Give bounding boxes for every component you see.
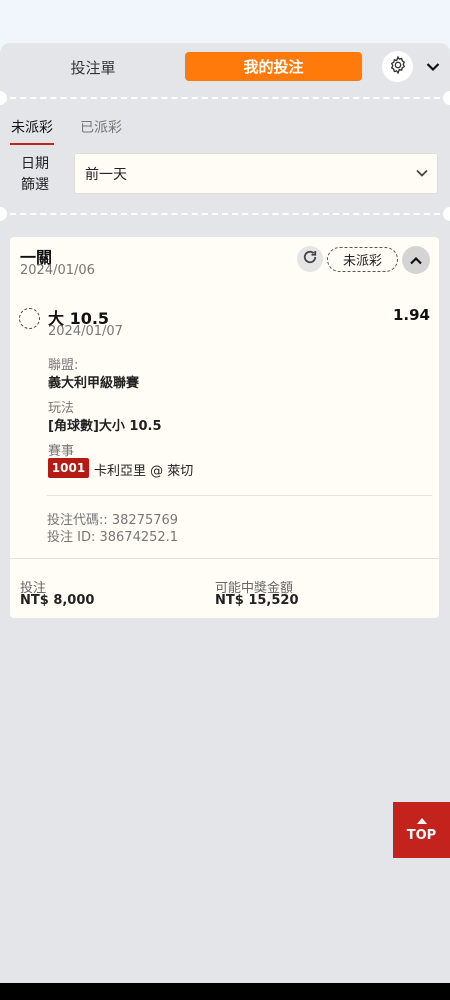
- divider: [10, 558, 439, 559]
- tab-settled[interactable]: 已派彩: [80, 117, 122, 137]
- chevron-down-icon[interactable]: [424, 58, 442, 76]
- event-label: 賽事: [48, 444, 75, 459]
- tab-betslip[interactable]: 投注單: [40, 52, 146, 82]
- system-nav-bar: [0, 983, 450, 1000]
- market-value: [角球數]大小 10.5: [48, 419, 162, 434]
- bet-card: 一關 2024/01/06 未派彩 大 10.5 2024/01/07 1.94…: [10, 237, 439, 618]
- chevron-down-icon: [415, 166, 429, 184]
- date-filter-select[interactable]: 前一天: [74, 153, 438, 194]
- stake-value: NT$ 8,000: [20, 593, 95, 608]
- bet-date: 2024/01/06: [20, 263, 95, 278]
- gear-icon: [388, 55, 408, 79]
- collapse-button[interactable]: [402, 246, 430, 274]
- refresh-icon: [301, 248, 319, 270]
- refresh-button[interactable]: [297, 246, 323, 272]
- status-badge: 未派彩: [327, 247, 398, 272]
- settings-button[interactable]: [382, 51, 413, 82]
- event-id-badge: 1001: [48, 458, 89, 478]
- arrow-up-icon: [416, 817, 427, 824]
- league-value: 義大利甲級聯賽: [48, 376, 140, 391]
- tab-my-bets[interactable]: 我的投注: [185, 52, 362, 81]
- date-filter-label-line1: 日期: [21, 156, 49, 172]
- scroll-top-label: TOP: [406, 827, 437, 843]
- scroll-top-button[interactable]: TOP: [393, 802, 450, 858]
- date-filter-label: 日期 篩選: [14, 154, 56, 196]
- bet-id: 投注 ID: 38674252.1: [47, 530, 179, 545]
- dashed-divider: [0, 91, 450, 105]
- tab-unsettled[interactable]: 未派彩: [10, 117, 54, 145]
- market-label: 玩法: [48, 401, 75, 416]
- dashed-divider: [0, 207, 450, 221]
- date-filter-label-line2: 篩選: [21, 177, 49, 193]
- divider: [47, 495, 432, 496]
- potential-return-value: NT$ 15,520: [215, 593, 299, 608]
- selection-radio[interactable]: [19, 308, 40, 329]
- selection-date: 2024/01/07: [48, 324, 123, 339]
- chevron-up-icon: [409, 251, 423, 270]
- league-label: 聯盟:: [48, 358, 79, 373]
- panel-header: 投注單 我的投注: [0, 43, 450, 93]
- date-filter-value: 前一天: [85, 166, 127, 183]
- selection-odds: 1.94: [392, 306, 430, 324]
- event-name: 卡利亞里 @ 萊切: [94, 464, 194, 479]
- bet-panel: 投注單 我的投注 未派彩 已派彩 日期 篩選 前一天 一關 2024/01/06: [0, 43, 450, 983]
